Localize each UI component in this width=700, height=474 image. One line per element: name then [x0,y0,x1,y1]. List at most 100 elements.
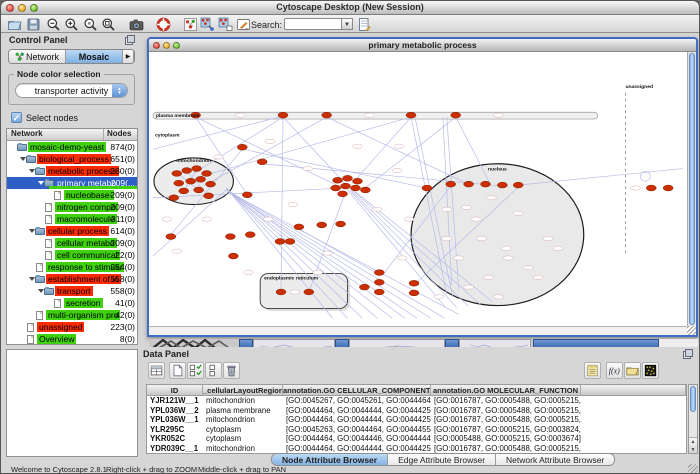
network-node[interactable] [276,289,286,295]
network-node[interactable] [422,185,432,191]
float-data-panel-icon[interactable] [683,349,693,359]
tree-row-overview[interactable]: Overview8(0) [7,333,137,345]
network-node[interactable] [322,112,332,118]
table-row-YPL036W__1[interactable]: YPL036W__1mitochondrion[GO:0044464, GO:0… [147,415,686,425]
tree-row-cellular-process[interactable]: cellular process614(0) [7,225,137,237]
zoom-out-icon[interactable] [46,17,61,32]
first-neighbors-icon[interactable] [200,17,215,32]
network-node[interactable] [257,159,267,165]
network-node[interactable] [497,182,507,188]
network-node[interactable] [194,187,204,193]
table-row-YPL036W__2[interactable]: YPL036W__2plasma membrane[GO:0044464, GO… [147,406,686,416]
network-node[interactable] [333,177,343,183]
tree-expand-icon[interactable] [28,277,35,281]
network-node[interactable] [409,280,419,286]
table-header-1[interactable]: _cellularLayoutRegion [203,385,283,395]
tree-row-multi-organism-pro[interactable]: multi-organism pro42(0) [7,309,137,321]
network-node[interactable] [481,181,491,187]
table-header-2[interactable]: annotation.GO CELLULAR_COMPONENT [283,385,431,395]
network-canvas[interactable]: plasma membrane cytoplasm mitochondrion … [149,52,687,326]
network-node[interactable] [278,112,288,118]
network-node[interactable] [374,279,384,285]
table-row-YKR052C[interactable]: YKR052Ccytoplasm[GO:0044464, GO:0044446,… [147,434,686,444]
network-node[interactable] [196,176,206,182]
network-node[interactable] [646,185,656,191]
network-node[interactable] [304,289,314,295]
new-network-icon[interactable] [183,17,198,32]
network-view-titlebar[interactable]: primary metabolic process [149,39,696,52]
tree-row-biological-process[interactable]: biological_process651(0) [7,153,137,165]
network-node[interactable] [245,232,255,238]
tree-row-cellular-metabo[interactable]: cellular metabo209(0) [7,237,137,249]
snapshot-icon[interactable] [129,17,144,32]
network-node[interactable] [237,144,247,150]
annotations-icon[interactable] [236,17,251,32]
tree-row-mosaic-demo-yeast[interactable]: mosaic-demo-yeast874(0) [7,141,137,153]
network-node[interactable] [360,187,370,193]
zoom-in-icon[interactable] [64,17,79,32]
table-header-3[interactable]: annotation.GO MOLECULAR_FUNCTION [431,385,581,395]
network-node[interactable] [343,175,353,181]
tree-row-response-to-stimulu[interactable]: response to stimulu264(0) [7,261,137,273]
network-node[interactable] [204,193,214,199]
tree-row-cell-communicat[interactable]: cell communicat22(0) [7,249,137,261]
network-node[interactable] [331,185,341,191]
zoom-selected-icon[interactable] [83,17,98,32]
tree-column-nodes[interactable]: Nodes [104,129,137,140]
delete-attribute-icon[interactable] [223,362,240,379]
birds-eye-view[interactable] [6,349,138,457]
network-node[interactable] [406,112,416,118]
unselect-attributes-icon[interactable] [205,362,222,379]
search-input[interactable] [284,18,342,30]
table-scroll-arrows-icon[interactable]: ▲▼ [689,437,697,453]
tree-row-establishment-of-lo[interactable]: establishment of lo558(0) [7,273,137,285]
select-attributes-icon[interactable] [187,362,204,379]
tree-row-nucleobase-[interactable]: nucleobase-209(0) [7,189,137,201]
network-node[interactable] [317,222,327,228]
network-node[interactable] [169,195,179,201]
view-resize-grip[interactable] [687,326,696,335]
tree-expand-icon[interactable] [28,229,35,233]
save-session-icon[interactable] [26,17,41,32]
float-panel-icon[interactable] [125,35,135,45]
network-node[interactable] [285,239,295,245]
import-attributes-icon[interactable] [624,362,641,379]
tree-expand-icon[interactable] [28,169,35,173]
network-node[interactable] [374,270,384,276]
network-node[interactable] [374,289,384,295]
zoom-fit-icon[interactable] [101,17,116,32]
window-resize-grip[interactable] [688,464,698,474]
matrix-icon[interactable] [642,362,659,379]
tree-row-transport[interactable]: transport558(0) [7,285,137,297]
formula-builder-icon[interactable]: f(x) [606,362,623,379]
network-node[interactable] [513,182,523,188]
tree-column-network[interactable]: Network [7,129,104,140]
table-header-0[interactable]: ID [147,385,203,395]
tree-row-secretion[interactable]: secretion41(0) [7,297,137,309]
network-node[interactable] [409,290,419,296]
new-attribute-icon[interactable] [169,362,186,379]
search-options-icon[interactable] [357,17,372,32]
tree-expand-icon[interactable] [37,289,44,293]
tab-mosaic[interactable]: Mosaic [66,50,123,63]
network-node[interactable] [225,234,235,240]
network-node[interactable] [179,188,189,194]
tree-expand-icon[interactable] [19,157,26,161]
tab-overflow-arrow-icon[interactable]: ▶ [123,50,134,63]
copy-view-icon[interactable] [218,17,233,32]
tree-row-macromolecule[interactable]: macromolecule311(0) [7,213,137,225]
network-node[interactable] [182,168,192,174]
attribute-grid-icon[interactable] [148,362,165,379]
network-node[interactable] [352,178,362,184]
network-node[interactable] [451,112,461,118]
network-node[interactable] [338,191,348,197]
notes-icon[interactable] [584,362,601,379]
node-color-attribute-select[interactable]: transporter activity ▲▼ [15,83,128,98]
open-file-icon[interactable] [7,17,22,32]
search-dropdown-arrow-icon[interactable]: ▼ [342,18,353,30]
network-node[interactable] [174,180,184,186]
network-node[interactable] [294,224,304,230]
network-node[interactable] [275,239,285,245]
network-node[interactable] [206,181,216,187]
table-scrollbar[interactable]: ▲▼ [688,384,698,454]
